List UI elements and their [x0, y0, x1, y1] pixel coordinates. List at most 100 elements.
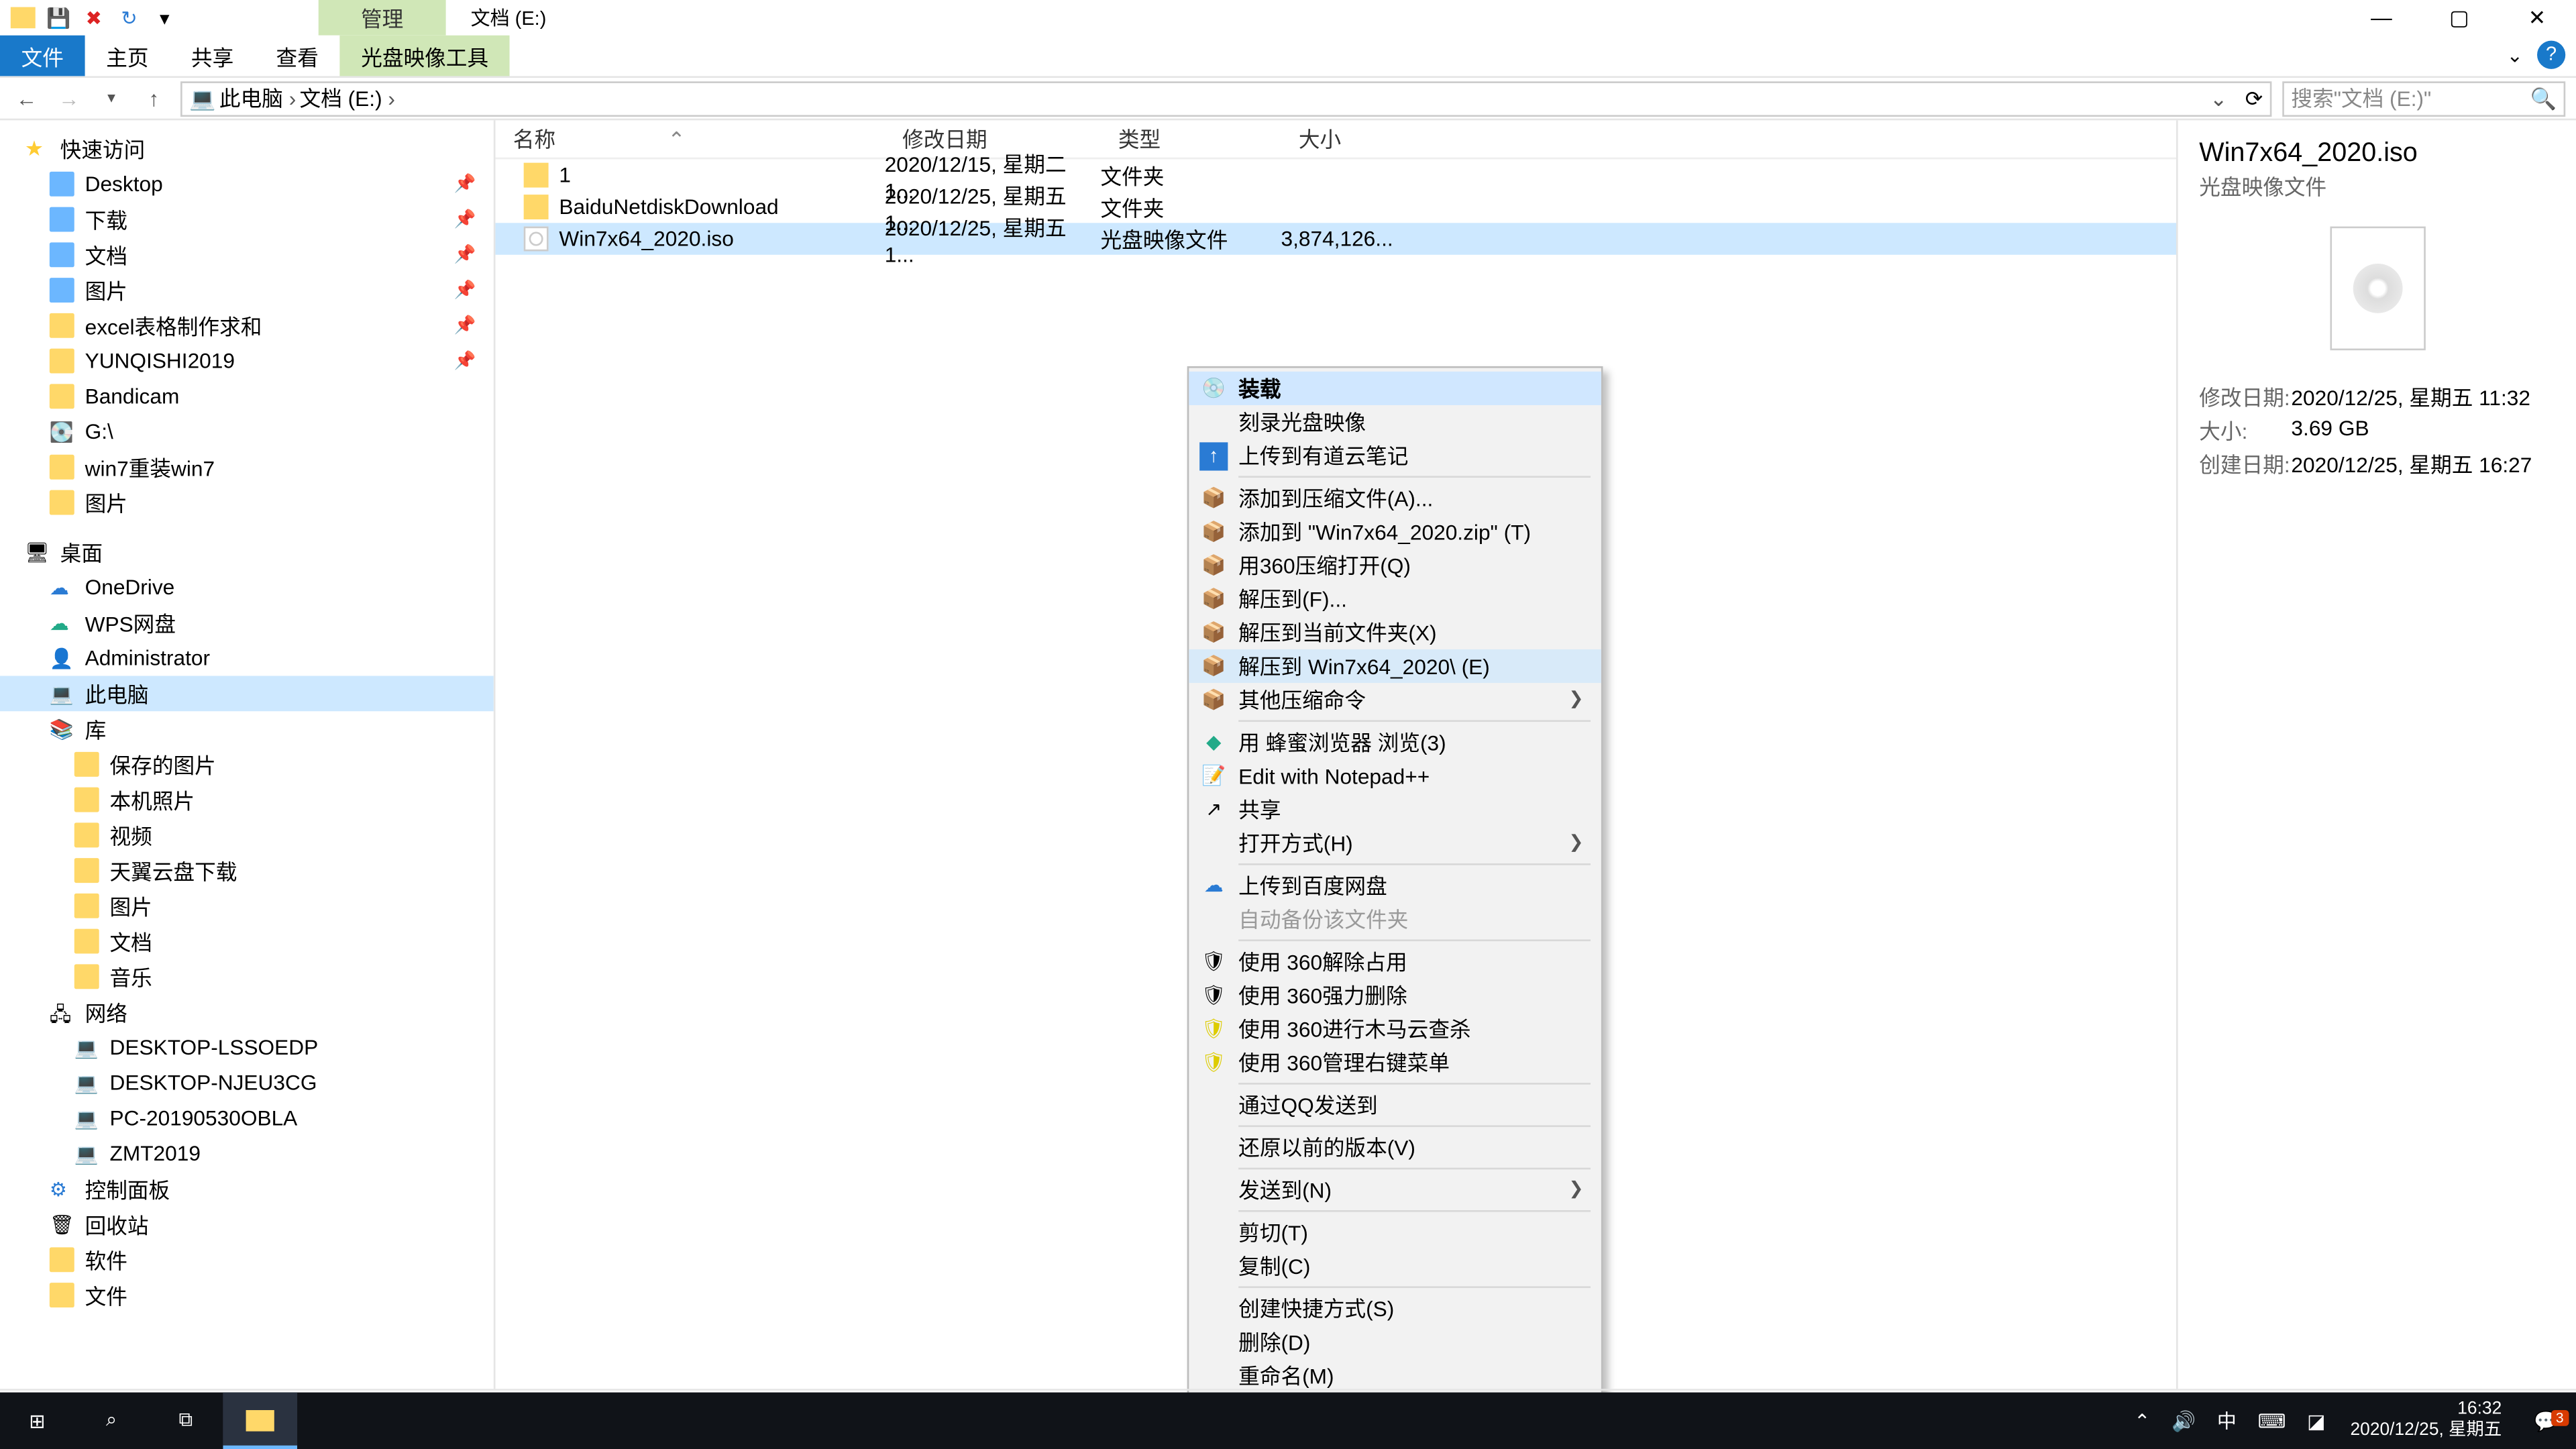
file-row[interactable]: Win7x64_2020.iso2020/12/25, 星期五 1...光盘映像…	[495, 223, 2176, 254]
menu-qq-send[interactable]: 通过QQ发送到	[1189, 1088, 1601, 1122]
search-icon[interactable]: 🔍	[2530, 86, 2557, 111]
menu-shortcut[interactable]: 创建快捷方式(S)	[1189, 1291, 1601, 1325]
save-icon[interactable]: 💾	[42, 2, 74, 34]
close-button[interactable]: ✕	[2498, 0, 2576, 36]
col-size[interactable]: 大小	[1281, 124, 1401, 154]
tree-item[interactable]: DESKTOP-NJEU3CG	[0, 1065, 494, 1101]
menu-restore-version[interactable]: 还原以前的版本(V)	[1189, 1130, 1601, 1164]
tray-keyboard-icon[interactable]: ⌨	[2247, 1393, 2297, 1449]
recent-dropdown-icon[interactable]: ▾	[95, 83, 127, 114]
ribbon-expand-icon[interactable]: ⌄	[2507, 44, 2523, 67]
tree-item[interactable]: 图片	[0, 888, 494, 924]
task-view-button[interactable]: ⧉	[149, 1393, 223, 1449]
menu-share[interactable]: ↗共享	[1189, 793, 1601, 826]
minimize-button[interactable]: —	[2343, 0, 2420, 36]
menu-extract-folder[interactable]: 📦解压到 Win7x64_2020\ (E)	[1189, 649, 1601, 683]
tree-item-this-pc[interactable]: 此电脑	[0, 676, 494, 711]
file-row[interactable]: BaiduNetdiskDownload2020/12/25, 星期五 1...…	[495, 191, 2176, 223]
menu-add-zip[interactable]: 📦添加到 "Win7x64_2020.zip" (T)	[1189, 515, 1601, 548]
start-button[interactable]: ⊞	[0, 1393, 74, 1449]
col-type[interactable]: 类型	[1100, 124, 1281, 154]
tree-item[interactable]: G:\	[0, 414, 494, 449]
tab-disc-image-tools[interactable]: 光盘映像工具	[340, 36, 510, 76]
tree-item[interactable]: 视频	[0, 817, 494, 853]
menu-cut[interactable]: 剪切(T)	[1189, 1216, 1601, 1249]
menu-extract-to[interactable]: 📦解压到(F)...	[1189, 582, 1601, 616]
breadcrumb[interactable]: 文档 (E:)	[300, 83, 395, 113]
tree-item[interactable]: ZMT2019	[0, 1136, 494, 1171]
tree-item[interactable]: 文档📌	[0, 237, 494, 272]
maximize-button[interactable]: ▢	[2420, 0, 2498, 36]
forward-button[interactable]: →	[53, 83, 85, 114]
col-name[interactable]: 名称 ⌃	[495, 124, 884, 154]
menu-burn[interactable]: 刻录光盘映像	[1189, 405, 1601, 439]
tree-item[interactable]: 天翼云盘下载	[0, 853, 494, 888]
tree-item[interactable]: 文档	[0, 924, 494, 959]
tree-item[interactable]: Bandicam	[0, 378, 494, 414]
file-row[interactable]: 12020/12/15, 星期二 1...文件夹	[495, 159, 2176, 191]
tree-item[interactable]: 文件	[0, 1277, 494, 1313]
tab-view[interactable]: 查看	[255, 36, 340, 76]
menu-notepadpp[interactable]: 📝Edit with Notepad++	[1189, 759, 1601, 792]
menu-open-with[interactable]: 打开方式(H)	[1189, 826, 1601, 860]
tray-volume-icon[interactable]: 🔊	[2161, 1393, 2206, 1449]
menu-360-unlock[interactable]: 🛡使用 360解除占用	[1189, 945, 1601, 978]
address-dropdown-icon[interactable]: ⌄	[2210, 86, 2228, 111]
menu-upload-baidu[interactable]: ☁上传到百度网盘	[1189, 869, 1601, 902]
menu-open-360zip[interactable]: 📦用360压缩打开(Q)	[1189, 549, 1601, 582]
tree-item[interactable]: 图片📌	[0, 272, 494, 308]
qat-dropdown-icon[interactable]: ▾	[149, 2, 180, 34]
taskbar-explorer[interactable]	[223, 1393, 297, 1449]
menu-rename[interactable]: 重命名(M)	[1189, 1359, 1601, 1393]
tree-item[interactable]: excel表格制作求和📌	[0, 308, 494, 343]
tree-item[interactable]: 本机照片	[0, 782, 494, 818]
breadcrumb[interactable]: 此电脑	[219, 83, 296, 113]
menu-honey-browser[interactable]: ◆用 蜂蜜浏览器 浏览(3)	[1189, 725, 1601, 759]
tree-desktop[interactable]: 桌面	[0, 534, 494, 570]
menu-mount[interactable]: 💿装载	[1189, 372, 1601, 405]
tree-item[interactable]: 控制面板	[0, 1171, 494, 1207]
redo-icon[interactable]: ↻	[113, 2, 145, 34]
address-bar[interactable]: 💻 此电脑 文档 (E:) ⌄ ⟳	[180, 80, 2271, 116]
tree-item[interactable]: 下载📌	[0, 202, 494, 237]
refresh-icon[interactable]: ⟳	[2245, 86, 2263, 111]
tree-item[interactable]: 图片	[0, 485, 494, 521]
tab-home[interactable]: 主页	[85, 36, 170, 76]
taskbar-clock[interactable]: 16:32 2020/12/25, 星期五	[2336, 1399, 2516, 1442]
tree-item[interactable]: OneDrive	[0, 570, 494, 605]
tree-item[interactable]: DESKTOP-LSSOEDP	[0, 1030, 494, 1065]
tray-overflow-icon[interactable]: ⌃	[2123, 1393, 2161, 1449]
menu-add-archive[interactable]: 📦添加到压缩文件(A)...	[1189, 481, 1601, 515]
tab-share[interactable]: 共享	[170, 36, 255, 76]
help-icon[interactable]: ?	[2537, 41, 2565, 69]
up-button[interactable]: ↑	[138, 83, 170, 114]
tree-item[interactable]: 音乐	[0, 959, 494, 994]
tab-file[interactable]: 文件	[0, 36, 85, 76]
action-center-button[interactable]: 💬3	[2516, 1409, 2576, 1432]
tree-item[interactable]: Desktop📌	[0, 166, 494, 202]
menu-copy[interactable]: 复制(C)	[1189, 1249, 1601, 1283]
tree-item[interactable]: win7重装win7	[0, 449, 494, 485]
search-input[interactable]: 搜索"文档 (E:)" 🔍	[2282, 80, 2565, 116]
menu-youdao[interactable]: ↑上传到有道云笔记	[1189, 439, 1601, 472]
tree-quick-access[interactable]: 快速访问	[0, 131, 494, 166]
menu-extract-here[interactable]: 📦解压到当前文件夹(X)	[1189, 616, 1601, 649]
menu-other-compress[interactable]: 📦其他压缩命令	[1189, 683, 1601, 716]
tree-item[interactable]: Administrator	[0, 641, 494, 676]
tree-item[interactable]: 保存的图片	[0, 747, 494, 782]
menu-360-scan[interactable]: 🛡使用 360进行木马云查杀	[1189, 1012, 1601, 1046]
undo-icon[interactable]: ✖	[78, 2, 109, 34]
tree-item[interactable]: YUNQISHI2019📌	[0, 343, 494, 379]
tree-item[interactable]: WPS网盘	[0, 605, 494, 641]
menu-delete[interactable]: 删除(D)	[1189, 1325, 1601, 1358]
tree-item[interactable]: 软件	[0, 1242, 494, 1277]
back-button[interactable]: ←	[11, 83, 42, 114]
search-button[interactable]: ⌕	[74, 1393, 149, 1449]
tree-item[interactable]: 网络	[0, 994, 494, 1030]
tree-item[interactable]: PC-20190530OBLA	[0, 1100, 494, 1136]
tree-item[interactable]: 库	[0, 711, 494, 747]
tray-ime-icon[interactable]: 中	[2206, 1393, 2247, 1449]
menu-360-delete[interactable]: 🛡使用 360强力删除	[1189, 978, 1601, 1012]
menu-360-manage[interactable]: 🛡使用 360管理右键菜单	[1189, 1046, 1601, 1079]
menu-send-to[interactable]: 发送到(N)	[1189, 1173, 1601, 1207]
